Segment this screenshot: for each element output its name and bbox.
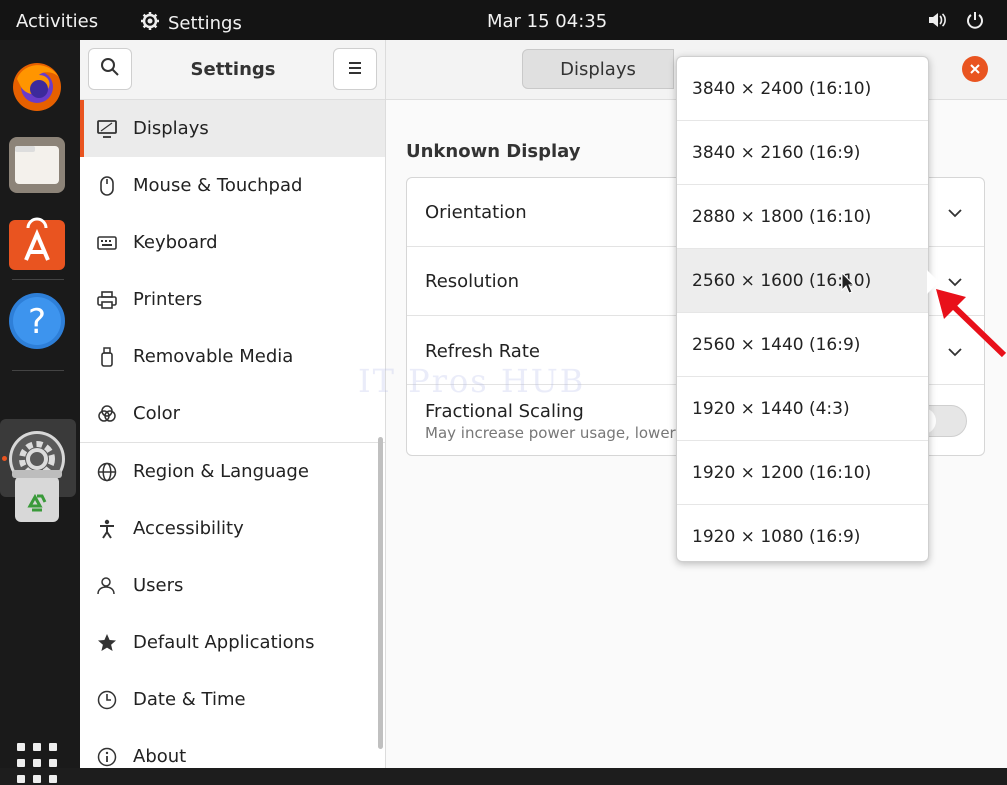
info-icon <box>96 747 118 767</box>
color-icon <box>96 404 118 424</box>
resolution-popover: 3840 × 2400 (16:10) 3840 × 2160 (16:9) 2… <box>676 56 929 562</box>
activities-button[interactable]: Activities <box>16 11 98 32</box>
sidebar-item-removable-media[interactable]: Removable Media <box>80 328 385 385</box>
watermark: IT Pros HUB <box>358 362 586 400</box>
users-icon <box>96 576 118 595</box>
sidebar-item-label: Color <box>133 403 180 424</box>
sidebar-item-label: Keyboard <box>133 232 218 253</box>
trash-icon[interactable] <box>8 466 66 524</box>
menu-button[interactable] <box>333 48 377 90</box>
printer-icon <box>96 290 118 309</box>
display-section-title: Unknown Display <box>406 141 581 162</box>
sidebar-item-keyboard[interactable]: Keyboard <box>80 214 385 271</box>
app-menu[interactable]: Settings <box>140 11 242 36</box>
sidebar-item-label: Region & Language <box>133 461 309 482</box>
sidebar-item-about[interactable]: About <box>80 728 385 785</box>
resolution-option[interactable]: 3840 × 2160 (16:9) <box>677 121 928 185</box>
volume-icon <box>927 11 947 34</box>
hamburger-icon <box>347 60 363 79</box>
annotation-arrow-icon <box>930 285 1007 364</box>
sidebar-item-label: About <box>133 746 187 767</box>
sidebar-scrollbar[interactable] <box>378 437 383 749</box>
orientation-label: Orientation <box>425 202 527 223</box>
top-bar: Activities Settings Mar 15 04:35 <box>0 0 1007 40</box>
removable-media-icon <box>96 346 118 367</box>
fractional-scaling-sublabel: May increase power usage, lower spe <box>425 424 708 442</box>
fractional-scaling-label: Fractional Scaling <box>425 401 584 422</box>
close-icon <box>969 60 981 79</box>
sidebar-item-label: Users <box>133 575 184 596</box>
dock: ? <box>0 40 80 783</box>
sidebar-item-date-time[interactable]: Date & Time <box>80 671 385 728</box>
sidebar-item-accessibility[interactable]: Accessibility <box>80 500 385 557</box>
sidebar-item-label: Accessibility <box>133 518 244 539</box>
sidebar-item-region-language[interactable]: Region & Language <box>80 443 385 500</box>
sidebar-item-label: Default Applications <box>133 632 315 653</box>
mouse-icon <box>96 175 118 196</box>
resolution-option[interactable]: 3840 × 2400 (16:10) <box>677 57 928 121</box>
sidebar-item-label: Displays <box>133 118 209 139</box>
system-menu[interactable] <box>927 10 985 35</box>
close-button[interactable] <box>962 56 988 82</box>
files-icon[interactable] <box>8 136 66 194</box>
sidebar-item-displays[interactable]: Displays <box>80 100 385 157</box>
sidebar-item-default-applications[interactable]: Default Applications <box>80 614 385 671</box>
svg-text:?: ? <box>28 302 46 342</box>
resolution-option[interactable]: 2560 × 1440 (16:9) <box>677 313 928 377</box>
firefox-icon[interactable] <box>8 56 66 114</box>
running-indicator <box>2 456 7 461</box>
resolution-option[interactable]: 1920 × 1440 (4:3) <box>677 377 928 441</box>
mouse-cursor-icon <box>841 271 856 298</box>
resolution-option[interactable]: 1920 × 1080 (16:9) <box>677 505 928 561</box>
power-icon <box>965 10 985 35</box>
clock[interactable]: Mar 15 04:35 <box>487 11 607 32</box>
help-icon[interactable]: ? <box>8 292 66 350</box>
sidebar: Settings Displays Mouse & Touchpad Keybo… <box>80 40 386 768</box>
sidebar-item-color[interactable]: Color <box>80 385 385 442</box>
star-icon <box>96 633 118 653</box>
app-menu-label: Settings <box>168 13 242 34</box>
tab-displays[interactable]: Displays <box>522 49 674 89</box>
resolution-option[interactable]: 2880 × 1800 (16:10) <box>677 185 928 249</box>
refresh-rate-label: Refresh Rate <box>425 341 540 362</box>
resolution-label: Resolution <box>425 271 520 292</box>
chevron-down-icon <box>947 204 963 223</box>
sidebar-item-label: Date & Time <box>133 689 246 710</box>
accessibility-icon <box>96 519 118 539</box>
sidebar-item-printers[interactable]: Printers <box>80 271 385 328</box>
clock-icon <box>96 690 118 710</box>
display-icon <box>96 119 118 138</box>
sidebar-item-label: Removable Media <box>133 346 294 367</box>
sidebar-item-label: Printers <box>133 289 203 310</box>
software-center-icon[interactable] <box>8 214 66 272</box>
settings-gear-icon <box>140 11 160 36</box>
sidebar-header: Settings <box>80 40 385 100</box>
sidebar-item-users[interactable]: Users <box>80 557 385 614</box>
show-apps-icon[interactable] <box>17 743 57 783</box>
sidebar-item-label: Mouse & Touchpad <box>133 175 303 196</box>
keyboard-icon <box>96 235 118 250</box>
resolution-option-hovered[interactable]: 2560 × 1600 (16:10) <box>677 249 928 313</box>
sidebar-item-mouse-touchpad[interactable]: Mouse & Touchpad <box>80 157 385 214</box>
globe-icon <box>96 462 118 482</box>
resolution-option[interactable]: 1920 × 1200 (16:10) <box>677 441 928 505</box>
